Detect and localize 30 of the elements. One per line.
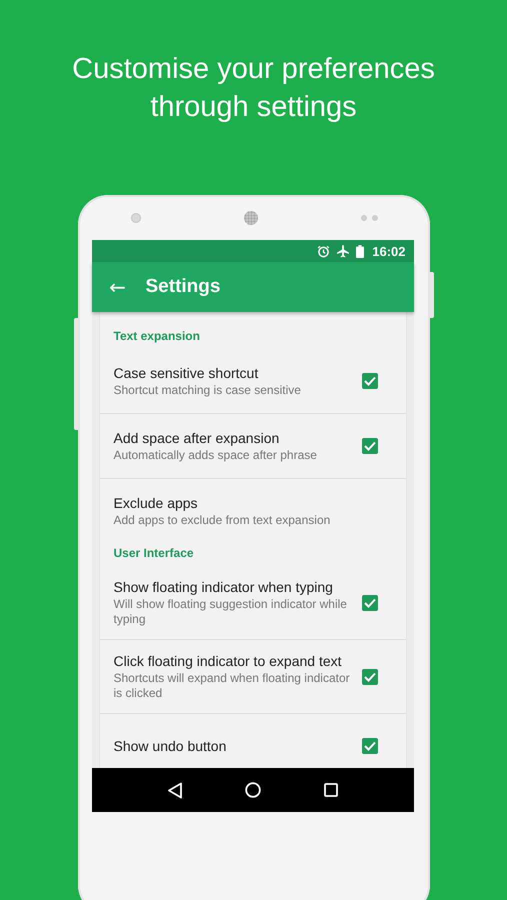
status-time: 16:02	[372, 244, 406, 258]
headline: Customise your preferences through settings	[71, 52, 436, 125]
speaker-icon	[244, 210, 258, 224]
airplane-icon	[336, 244, 350, 258]
setting-title[interactable]: Case sensitive shortcut	[114, 364, 362, 382]
alarm-icon	[317, 244, 330, 258]
setting-summary: Shortcuts will expand when floating indicator is clicked	[114, 671, 351, 701]
section-header: User Interface	[112, 545, 195, 562]
setting-summary: Automatically adds space after phrase	[114, 448, 318, 463]
setting-title[interactable]: Exclude apps	[114, 494, 392, 512]
back-icon[interactable]	[166, 782, 183, 798]
checkbox[interactable]	[362, 438, 378, 454]
checkbox[interactable]	[362, 594, 378, 610]
setting-title[interactable]: Click floating indicator to expand text	[114, 652, 362, 670]
setting-summary: Will show floating suggestion indicator while typing	[114, 597, 348, 627]
sensor-icon	[360, 214, 378, 220]
battery-icon	[356, 244, 364, 258]
camera-icon	[130, 212, 140, 222]
checkbox[interactable]	[362, 668, 378, 684]
home-icon[interactable]	[245, 782, 262, 798]
section-header: Text expansion	[112, 328, 201, 345]
setting-title[interactable]: Show floating indicator when typing	[114, 578, 362, 596]
screen-title: Settings	[146, 276, 220, 298]
setting-title[interactable]: Show undo button	[114, 737, 362, 755]
setting-summary: Shortcut matching is case sensitive	[114, 383, 302, 398]
checkbox[interactable]	[362, 373, 378, 389]
recents-icon[interactable]	[324, 783, 338, 797]
setting-title[interactable]: Add space after expansion	[114, 429, 362, 447]
checkbox[interactable]	[362, 738, 378, 754]
setting-summary: Add apps to exclude from text expansion	[114, 513, 332, 528]
